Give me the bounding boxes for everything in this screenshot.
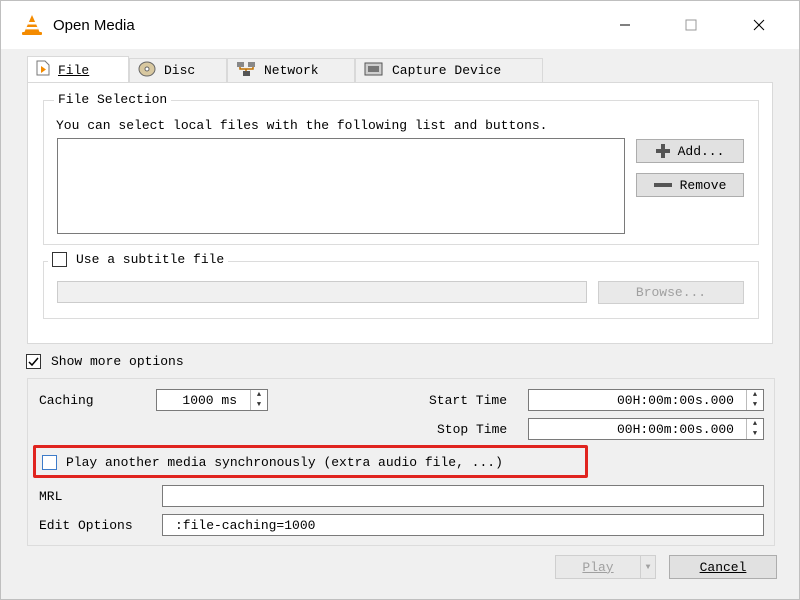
stop-time-value: 00H:00m:00s.000 <box>616 421 734 437</box>
minus-icon <box>653 178 672 192</box>
tab-file[interactable]: File <box>27 56 129 83</box>
cancel-button[interactable]: Cancel <box>669 555 777 579</box>
file-selection-group: File Selection You can select local file… <box>43 92 759 245</box>
remove-button[interactable]: Remove <box>636 173 744 197</box>
maximize-button[interactable] <box>671 11 711 39</box>
tab-capture-device-label: Capture Device <box>392 63 502 78</box>
add-button-label: Add... <box>677 143 725 159</box>
browse-button-label: Browse... <box>635 285 707 300</box>
plus-icon <box>655 144 670 158</box>
remove-button-label: Remove <box>679 177 727 193</box>
tab-capture-device[interactable]: Capture Device <box>355 58 543 82</box>
subtitle-label: Use a subtitle file <box>76 252 225 267</box>
spin-up-icon[interactable]: ▲ <box>747 390 763 400</box>
caching-spinbox[interactable]: 1000 ms ▲ ▼ <box>156 389 268 411</box>
annotation-highlight-box <box>33 445 588 478</box>
tab-disc-label: Disc <box>164 63 196 78</box>
file-icon <box>36 60 50 80</box>
play-dropdown-button[interactable]: ▼ <box>640 555 656 579</box>
edit-options-label: Edit Options <box>39 518 133 533</box>
chevron-down-icon: ▼ <box>645 562 651 572</box>
tab-network[interactable]: Network <box>227 58 355 82</box>
title-bar: Open Media <box>1 1 799 49</box>
start-time-label: Start Time <box>429 393 508 408</box>
capture-device-icon <box>364 61 384 81</box>
start-time-value: 00H:00m:00s.000 <box>616 392 734 408</box>
spin-up-icon[interactable]: ▲ <box>747 419 763 429</box>
start-time-field[interactable]: 00H:00m:00s.000 ▲ ▼ <box>528 389 764 411</box>
stop-time-field[interactable]: 00H:00m:00s.000 ▲ ▼ <box>528 418 764 440</box>
cancel-button-label: Cancel <box>699 559 747 575</box>
show-more-options-checkbox[interactable] <box>26 354 41 369</box>
file-list[interactable] <box>57 138 625 234</box>
open-media-dialog: Open Media File Disc Network Capture Dev… <box>0 0 800 600</box>
stop-time-label: Stop Time <box>437 422 508 437</box>
disc-icon <box>138 61 156 81</box>
close-button[interactable] <box>739 11 779 39</box>
spin-down-icon[interactable]: ▼ <box>747 429 763 439</box>
tab-disc[interactable]: Disc <box>129 58 227 82</box>
start-time-spin-buttons[interactable]: ▲ ▼ <box>746 390 763 410</box>
mrl-label: MRL <box>39 489 63 504</box>
subtitle-path-field[interactable] <box>57 281 587 303</box>
tab-network-label: Network <box>264 63 319 78</box>
subtitle-checkbox[interactable] <box>52 252 67 267</box>
caching-label: Caching <box>39 393 94 408</box>
file-selection-description: You can select local files with the foll… <box>56 118 548 133</box>
edit-options-value: :file-caching=1000 <box>175 517 316 533</box>
mrl-field[interactable] <box>162 485 764 507</box>
play-button-label: Play <box>582 559 614 575</box>
browse-button[interactable]: Browse... <box>598 281 744 304</box>
spin-down-icon[interactable]: ▼ <box>747 400 763 410</box>
minimize-button[interactable] <box>605 11 645 39</box>
tab-file-label: File <box>58 62 90 78</box>
file-tab-panel: File Selection You can select local file… <box>27 82 773 344</box>
network-icon <box>236 61 256 81</box>
show-more-options-label: Show more options <box>51 354 184 369</box>
add-button[interactable]: Add... <box>636 139 744 163</box>
file-selection-legend: File Selection <box>54 92 172 107</box>
subtitle-legend: Use a subtitle file <box>48 252 229 267</box>
spin-up-icon[interactable]: ▲ <box>251 390 267 400</box>
caching-spin-buttons[interactable]: ▲ ▼ <box>250 390 267 410</box>
edit-options-field[interactable]: :file-caching=1000 <box>162 514 764 536</box>
vlc-cone-icon <box>21 14 43 40</box>
subtitle-group: Use a subtitle file Browse... <box>43 252 759 319</box>
checkmark-icon <box>28 357 39 367</box>
spin-down-icon[interactable]: ▼ <box>251 400 267 410</box>
window-title: Open Media <box>53 17 135 34</box>
caching-value: 1000 ms <box>182 392 237 408</box>
play-button[interactable]: Play <box>555 555 641 579</box>
stop-time-spin-buttons[interactable]: ▲ ▼ <box>746 419 763 439</box>
